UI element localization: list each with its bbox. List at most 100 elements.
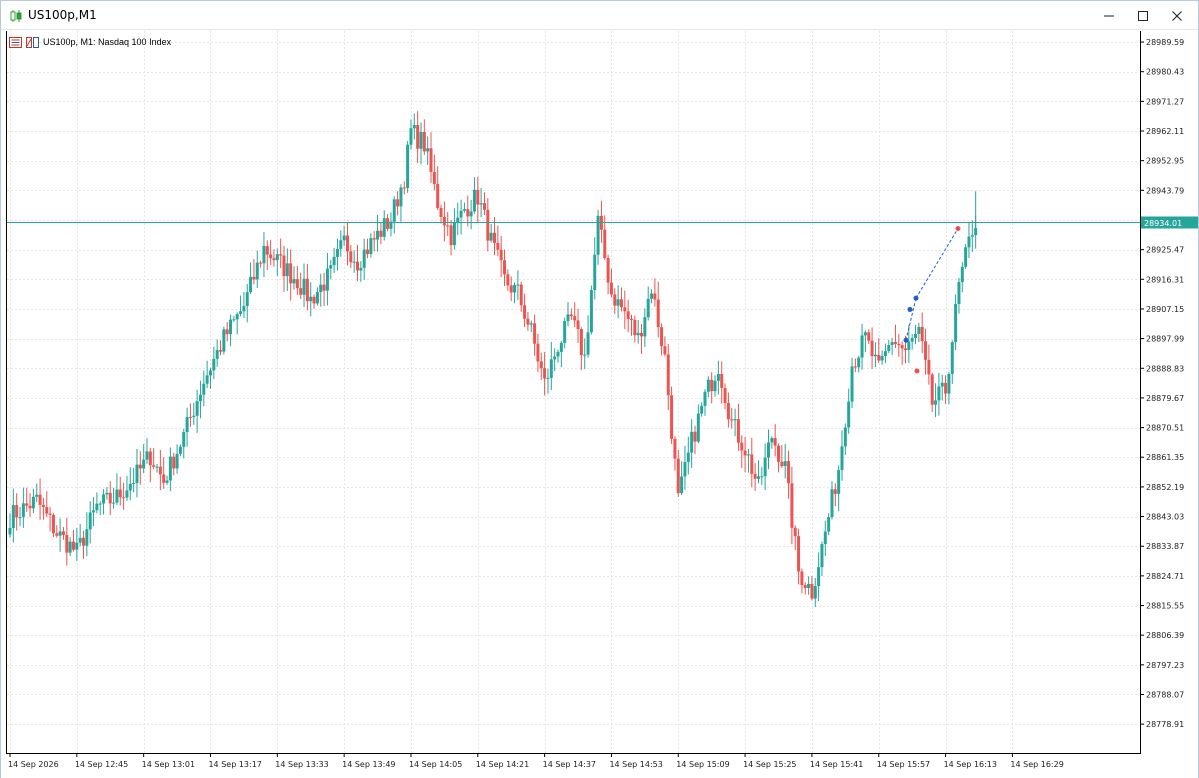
candle-bear xyxy=(449,225,453,246)
candle-bear xyxy=(38,494,42,505)
candle-bear xyxy=(439,207,443,217)
candle-bull xyxy=(215,350,219,359)
candle-bear xyxy=(466,209,470,217)
candle-bear xyxy=(676,458,680,494)
candle-bull xyxy=(145,451,149,460)
candle-bear xyxy=(269,254,273,259)
candle-bear xyxy=(569,314,573,317)
title-bar[interactable]: US100p,M1 xyxy=(1,1,1198,30)
candle-bull xyxy=(369,238,373,255)
y-tick-label: 28870.51 xyxy=(1146,424,1184,433)
y-tick-label: 28943.79 xyxy=(1146,186,1184,195)
candle-bull xyxy=(489,232,493,241)
candle-bull xyxy=(954,304,958,343)
candle-bull xyxy=(456,217,460,223)
candle-bear xyxy=(71,541,75,550)
indicators-list-icon[interactable] xyxy=(9,36,22,48)
y-tick-label: 28952.95 xyxy=(1146,157,1184,166)
candle-bull xyxy=(235,313,239,320)
candle-bear xyxy=(148,451,152,466)
candle-bull xyxy=(98,503,102,505)
candle-bear xyxy=(356,261,360,271)
candle-bull xyxy=(325,268,329,291)
candle-bull xyxy=(155,466,159,468)
candle-bull xyxy=(940,382,944,387)
candle-bull xyxy=(807,583,811,588)
candle-bear xyxy=(666,354,670,396)
candle-bear xyxy=(576,320,580,330)
candle-bull xyxy=(88,512,92,530)
candle-bull xyxy=(479,203,483,205)
candle-bull xyxy=(128,483,132,491)
candle-bull xyxy=(212,358,216,371)
candle-bull xyxy=(910,338,914,342)
x-tick-label: 14 Sep 16:13 xyxy=(944,760,997,769)
candle-bull xyxy=(529,323,533,325)
candle-bear xyxy=(603,229,607,259)
candle-bear xyxy=(432,171,436,184)
trade-marker xyxy=(914,368,920,374)
candle-bear xyxy=(265,245,269,255)
candle-bull xyxy=(239,311,243,314)
chart-area[interactable]: 28989.59 28980.43 28971.27 28962.11 28952.95… xyxy=(1,31,1198,778)
candle-bear xyxy=(533,323,537,344)
price-chart[interactable]: 28989.59 28980.43 28971.27 28962.11 28952.95… xyxy=(1,31,1198,778)
candle-bull xyxy=(135,464,139,483)
candle-bull xyxy=(229,319,233,335)
candle-bull xyxy=(766,442,770,458)
candle-bear xyxy=(506,274,510,286)
y-tick-label: 28852.19 xyxy=(1146,483,1184,492)
minimize-button[interactable] xyxy=(1092,1,1126,30)
candle-bull xyxy=(823,531,827,545)
candle-bear xyxy=(867,332,871,341)
candle-bull xyxy=(964,247,968,267)
candle-bear xyxy=(743,450,747,456)
candle-bear xyxy=(626,311,630,319)
candle-bear xyxy=(152,465,156,467)
close-button[interactable] xyxy=(1160,1,1194,30)
y-tick-label: 28989.59 xyxy=(1146,38,1184,47)
candle-bull xyxy=(142,459,146,469)
candle-bull xyxy=(650,293,654,299)
candle-bull xyxy=(92,510,96,513)
maximize-button[interactable] xyxy=(1126,1,1160,30)
y-tick-label: 28916.31 xyxy=(1146,275,1184,284)
candle-bear xyxy=(436,183,440,208)
candle-bear xyxy=(693,431,697,442)
x-tick-label: 14 Sep 12:45 xyxy=(75,760,128,769)
candle-bear xyxy=(924,341,928,360)
y-tick-label: 28843.03 xyxy=(1146,513,1184,522)
candle-bear xyxy=(442,216,446,226)
candle-bull xyxy=(860,335,864,358)
candle-bull xyxy=(586,332,590,355)
candle-bull xyxy=(593,254,597,291)
candle-bull xyxy=(967,236,971,248)
candles-icon xyxy=(10,10,22,22)
candle-bull xyxy=(168,456,172,481)
candle-bear xyxy=(800,571,804,586)
candle-bear xyxy=(640,332,644,337)
chart-symbol-label: US100p, M1: Nasdaq 100 Index xyxy=(43,37,172,47)
candle-bull xyxy=(700,405,704,414)
y-tick-label: 28788.07 xyxy=(1146,690,1184,699)
candle-bear xyxy=(673,438,677,459)
candle-bull xyxy=(546,377,550,379)
candle-bull xyxy=(960,266,964,283)
candle-bull xyxy=(596,215,600,255)
y-tick-label: 28962.11 xyxy=(1146,127,1184,136)
candle-bull xyxy=(686,452,690,463)
chart-type-icon[interactable] xyxy=(26,36,39,48)
candle-bear xyxy=(51,514,55,534)
candle-bull xyxy=(392,199,396,222)
candle-bear xyxy=(720,373,724,388)
candle-bear xyxy=(349,251,353,263)
candle-bull xyxy=(583,354,587,356)
candle-bear xyxy=(780,461,784,467)
candle-bear xyxy=(82,537,86,546)
candle-bear xyxy=(606,258,610,283)
candle-bear xyxy=(930,374,934,405)
y-tick-label: 28907.15 xyxy=(1146,305,1184,314)
candle-bull xyxy=(452,222,456,246)
candle-bear xyxy=(345,235,349,252)
candle-bull xyxy=(643,317,647,337)
